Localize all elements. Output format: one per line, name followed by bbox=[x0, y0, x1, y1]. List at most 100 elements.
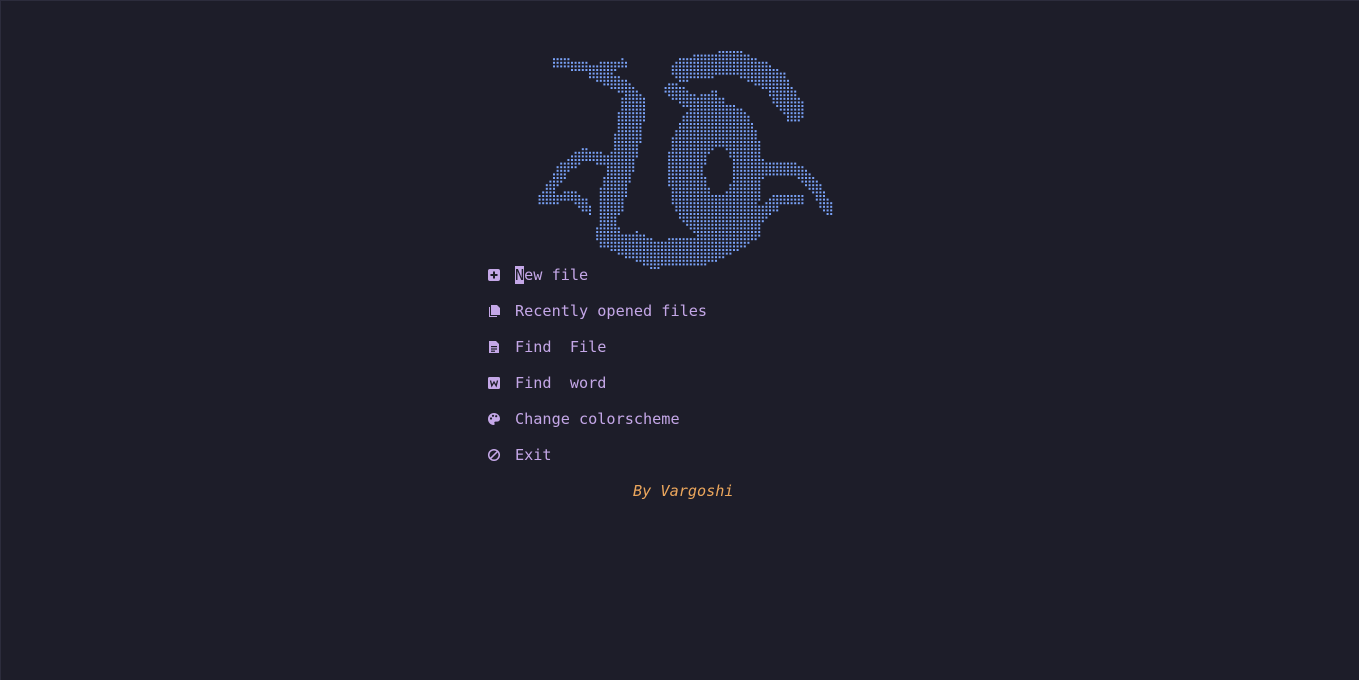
menu-item-colorscheme[interactable]: Change colorscheme bbox=[485, 407, 680, 431]
logo-dot bbox=[675, 97, 678, 100]
logo-dot bbox=[740, 169, 743, 172]
logo-dot bbox=[736, 126, 739, 129]
text-cursor: N bbox=[515, 266, 525, 284]
menu-item-find-file[interactable]: Find File bbox=[485, 335, 606, 359]
footer-credit: By Vargoshi bbox=[633, 482, 734, 500]
logo-dot bbox=[693, 133, 696, 136]
logo-dot bbox=[693, 173, 696, 176]
logo-dot bbox=[729, 249, 732, 251]
logo-dot bbox=[617, 76, 620, 79]
logo-dot bbox=[668, 155, 671, 158]
logo-dot bbox=[790, 115, 793, 118]
logo-dot bbox=[614, 249, 617, 251]
logo-dot bbox=[790, 198, 793, 201]
logo-dot bbox=[599, 61, 602, 64]
logo-dot bbox=[671, 83, 674, 86]
logo-dot bbox=[736, 177, 739, 179]
logo-dot bbox=[632, 126, 635, 129]
logo-dot bbox=[697, 137, 699, 140]
logo-dot bbox=[668, 87, 671, 89]
logo-dot bbox=[697, 173, 699, 176]
logo-dot bbox=[686, 123, 689, 125]
logo-dot bbox=[682, 148, 685, 151]
logo-dot bbox=[747, 173, 750, 176]
logo-dot bbox=[697, 205, 699, 208]
logo-dot bbox=[787, 94, 789, 97]
logo-dot bbox=[643, 252, 645, 255]
logo-dot bbox=[729, 58, 732, 61]
logo-dot bbox=[754, 58, 757, 61]
logo-dot bbox=[758, 184, 761, 187]
menu-item-recent-files[interactable]: Recently opened files bbox=[485, 299, 707, 323]
logo-dot bbox=[790, 202, 793, 205]
logo-dot bbox=[747, 155, 750, 158]
logo-dot bbox=[621, 180, 624, 183]
logo-dot bbox=[751, 166, 753, 169]
logo-dot bbox=[689, 123, 692, 125]
logo-dot bbox=[625, 252, 627, 255]
logo-dot bbox=[747, 141, 750, 143]
logo-dot bbox=[747, 213, 750, 215]
logo-dot bbox=[628, 173, 631, 176]
logo-dot bbox=[617, 245, 620, 248]
logo-dot bbox=[729, 213, 732, 215]
logo-dot bbox=[635, 94, 638, 97]
logo-dot bbox=[697, 61, 699, 64]
logo-dot bbox=[743, 187, 746, 190]
logo-dot bbox=[823, 209, 825, 212]
logo-dot bbox=[585, 148, 588, 151]
logo-dot bbox=[729, 65, 732, 68]
logo-dot bbox=[643, 119, 645, 122]
logo-dot bbox=[689, 65, 692, 68]
logo-dot bbox=[614, 173, 617, 176]
logo-dot bbox=[704, 220, 707, 223]
logo-dot bbox=[628, 169, 631, 172]
logo-dot bbox=[607, 227, 609, 230]
logo-dot bbox=[682, 130, 685, 133]
logo-dot bbox=[729, 216, 732, 219]
logo-dot bbox=[686, 202, 689, 205]
logo-dot bbox=[607, 159, 609, 161]
logo-dot bbox=[693, 202, 696, 205]
logo-dot bbox=[671, 187, 674, 190]
logo-dot bbox=[769, 76, 771, 79]
logo-dot bbox=[675, 241, 678, 244]
logo-dot bbox=[718, 105, 721, 107]
logo-dot bbox=[715, 94, 717, 97]
logo-dot bbox=[625, 162, 627, 165]
logo-dot bbox=[621, 162, 624, 165]
logo-dot bbox=[747, 115, 750, 118]
logo-dot bbox=[607, 198, 609, 201]
logo-dot bbox=[675, 177, 678, 179]
logo-dot bbox=[761, 166, 764, 169]
logo-dot bbox=[729, 141, 732, 143]
logo-dot bbox=[617, 213, 620, 215]
logo-dot bbox=[632, 238, 635, 241]
logo-dot bbox=[754, 227, 757, 230]
menu-item-new-file[interactable]: New file bbox=[485, 263, 588, 287]
logo-dot bbox=[711, 245, 714, 248]
logo-dot bbox=[686, 101, 689, 104]
logo-dot bbox=[617, 126, 620, 129]
logo-dot bbox=[754, 65, 757, 68]
logo-dot bbox=[657, 263, 660, 266]
logo-dot bbox=[697, 144, 699, 147]
logo-dot bbox=[747, 187, 750, 190]
logo-dot bbox=[635, 133, 638, 136]
logo-dot bbox=[603, 216, 606, 219]
logo-dot bbox=[599, 72, 602, 75]
logo-dot bbox=[769, 69, 771, 71]
logo-dot bbox=[761, 76, 764, 79]
logo-dot bbox=[614, 162, 617, 165]
logo-dot bbox=[671, 144, 674, 147]
logo-dot bbox=[715, 216, 717, 219]
logo-dot bbox=[697, 133, 699, 136]
logo-dot bbox=[679, 61, 681, 64]
logo-dot bbox=[754, 169, 757, 172]
menu-item-find-word[interactable]: Find word bbox=[485, 371, 606, 395]
logo-dot bbox=[823, 198, 825, 201]
logo-dot bbox=[682, 105, 685, 107]
logo-dot bbox=[704, 209, 707, 212]
logo-dot bbox=[740, 76, 743, 79]
menu-item-exit[interactable]: Exit bbox=[485, 443, 552, 467]
